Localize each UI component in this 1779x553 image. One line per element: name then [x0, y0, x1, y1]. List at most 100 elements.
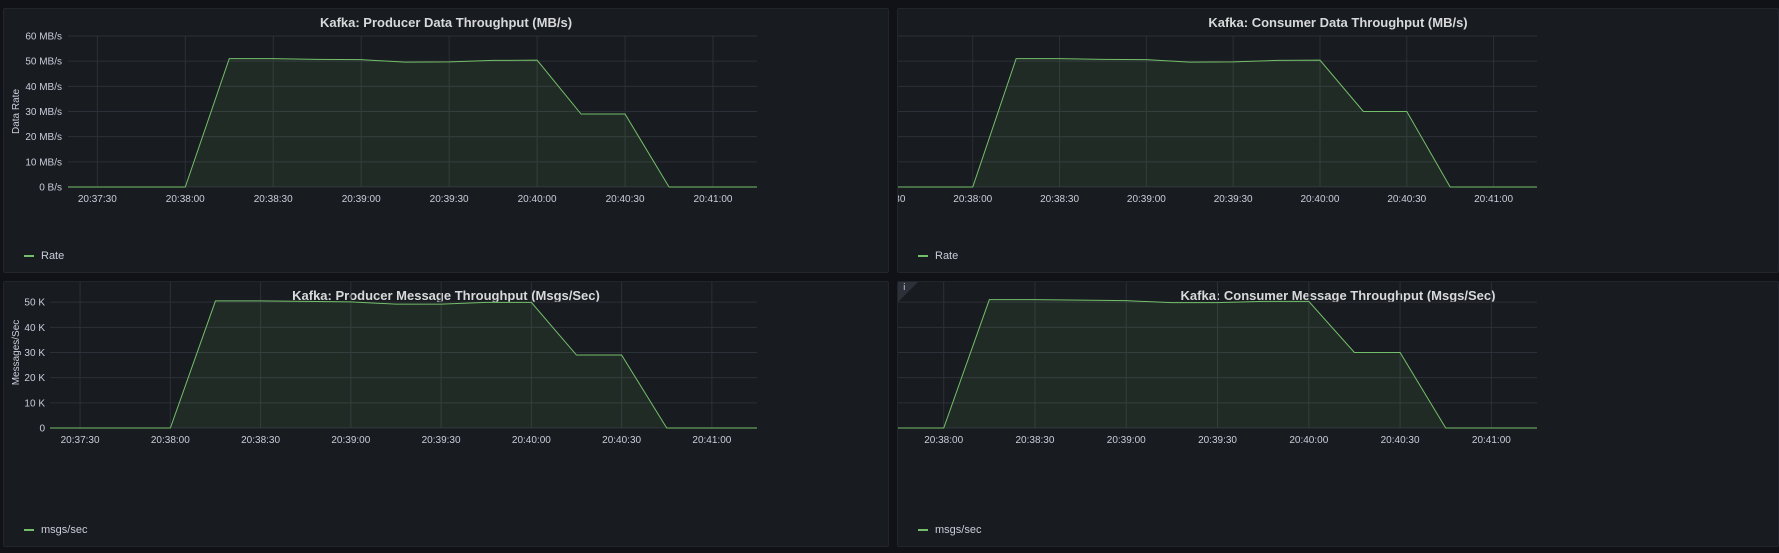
y-tick-label: 50 K	[24, 298, 45, 309]
y-tick-label: 10 K	[24, 398, 45, 409]
x-tick-label: 20:38:00	[151, 435, 190, 446]
data-point	[448, 61, 450, 63]
data-point	[1015, 57, 1017, 59]
data-point	[1536, 427, 1538, 429]
x-tick-label: 20:39:00	[331, 435, 370, 446]
data-point	[395, 303, 397, 305]
x-tick-label: 20:41:00	[692, 435, 731, 446]
data-point	[756, 427, 758, 429]
x-tick-label: 20:38:30	[1040, 194, 1079, 205]
data-point	[485, 301, 487, 303]
y-tick-label: 60 MB/s	[25, 32, 62, 43]
x-tick-label: 20:40:30	[606, 194, 645, 205]
data-point	[49, 427, 51, 429]
data-point	[440, 303, 442, 305]
data-point	[1308, 300, 1310, 302]
data-point	[756, 186, 758, 188]
legend-swatch	[918, 255, 928, 257]
data-point	[1171, 301, 1173, 303]
x-tick-label: 20:40:00	[1289, 435, 1328, 446]
data-point	[305, 300, 307, 302]
x-tick-label: 20:39:30	[1198, 435, 1237, 446]
legend-item-msgs-sec[interactable]: msgs/sec	[918, 524, 981, 536]
data-point	[272, 57, 274, 59]
data-point	[184, 186, 186, 188]
data-point	[1262, 300, 1264, 302]
data-point	[988, 298, 990, 300]
y-tick-label: 50 MB/s	[25, 57, 62, 68]
data-point	[1145, 58, 1147, 60]
x-tick-label: 20:39:30	[430, 194, 469, 205]
x-tick-label: 20:39:00	[342, 194, 381, 205]
x-tick-label: 20:37:30	[898, 194, 906, 205]
chart-producer-messages: 0 10 K 20 K 30 K 40 K 50 K 60 K 20:37:30 20:38:0…	[11, 282, 758, 446]
y-tick-label: 0 B/s	[39, 183, 62, 194]
y-tick-label: 40 MB/s	[25, 82, 62, 93]
x-tick-label: 20:37:30	[78, 194, 117, 205]
x-tick-label: 20:39:00	[1107, 435, 1146, 446]
data-point	[928, 186, 930, 188]
data-point	[1353, 351, 1355, 353]
data-point	[668, 186, 670, 188]
data-point	[1399, 351, 1401, 353]
legend-item-rate[interactable]: Rate	[918, 250, 958, 262]
chart-consumer-messages: 010 K20 K30 K40 K50 K60 K20:37:3020:38:0…	[898, 282, 1538, 446]
legend-label: Rate	[41, 250, 65, 262]
producer-data-throughput-panel[interactable]: Kafka: Producer Data Throughput (MB/s) 0…	[3, 8, 889, 273]
data-point	[1492, 186, 1494, 188]
x-tick-label: 20:40:00	[518, 194, 557, 205]
data-point	[360, 58, 362, 60]
y-tick-label: 60 K	[24, 282, 45, 284]
data-point	[972, 186, 974, 188]
data-point	[1216, 301, 1218, 303]
x-tick-label: 20:39:30	[1214, 194, 1253, 205]
data-point	[1102, 58, 1104, 60]
x-tick-label: 20:38:30	[1016, 435, 1055, 446]
data-point	[530, 301, 532, 303]
legend-label: Rate	[935, 250, 959, 262]
y-tick-label: 10 MB/s	[25, 157, 62, 168]
x-tick-label: 20:38:00	[166, 194, 205, 205]
x-tick-label: 20:41:00	[1472, 435, 1511, 446]
x-tick-label: 20:38:30	[241, 435, 280, 446]
data-point	[404, 61, 406, 63]
y-tick-label: 40 K	[24, 323, 45, 334]
data-point	[943, 427, 945, 429]
x-tick-label: 20:39:30	[422, 435, 461, 446]
legend-item-rate[interactable]: Rate	[24, 250, 64, 262]
x-tick-label: 20:41:00	[1474, 194, 1513, 205]
data-point	[1079, 299, 1081, 301]
data-point	[1449, 186, 1451, 188]
legend-item-msgs-sec[interactable]: msgs/sec	[24, 524, 87, 536]
data-point	[1034, 298, 1036, 300]
data-point	[666, 427, 668, 429]
x-tick-label: 20:38:00	[924, 435, 963, 446]
data-point	[1058, 57, 1060, 59]
data-point	[259, 300, 261, 302]
data-point	[1490, 427, 1492, 429]
legend-label: msgs/sec	[935, 524, 982, 536]
producer-message-throughput-panel[interactable]: Kafka: Producer Message Throughput (Msgs…	[3, 281, 889, 547]
data-point	[140, 186, 142, 188]
consumer-data-throughput-panel[interactable]: Kafka: Consumer Data Throughput (MB/s) 0…	[897, 8, 1779, 273]
data-point	[1232, 61, 1234, 63]
consumer-message-throughput-panel[interactable]: i Kafka: Consumer Message Throughput (Ms…	[897, 281, 1779, 547]
data-point	[1275, 59, 1277, 61]
y-axis-label: Data Rate	[11, 89, 22, 134]
data-point	[1536, 186, 1538, 188]
x-tick-label: 20:37:30	[61, 435, 100, 446]
data-point	[1406, 110, 1408, 112]
legend-label: msgs/sec	[41, 524, 88, 536]
data-point	[316, 58, 318, 60]
data-point	[624, 113, 626, 115]
series-area	[898, 58, 1537, 187]
data-point	[228, 57, 230, 59]
series-area	[898, 299, 1537, 428]
x-tick-label: 20:41:00	[694, 194, 733, 205]
x-tick-label: 20:40:30	[1387, 194, 1426, 205]
data-point	[79, 427, 81, 429]
data-point	[1125, 299, 1127, 301]
series-area	[50, 300, 757, 428]
x-tick-label: 20:40:30	[602, 435, 641, 446]
x-tick-label: 20:40:00	[1301, 194, 1340, 205]
